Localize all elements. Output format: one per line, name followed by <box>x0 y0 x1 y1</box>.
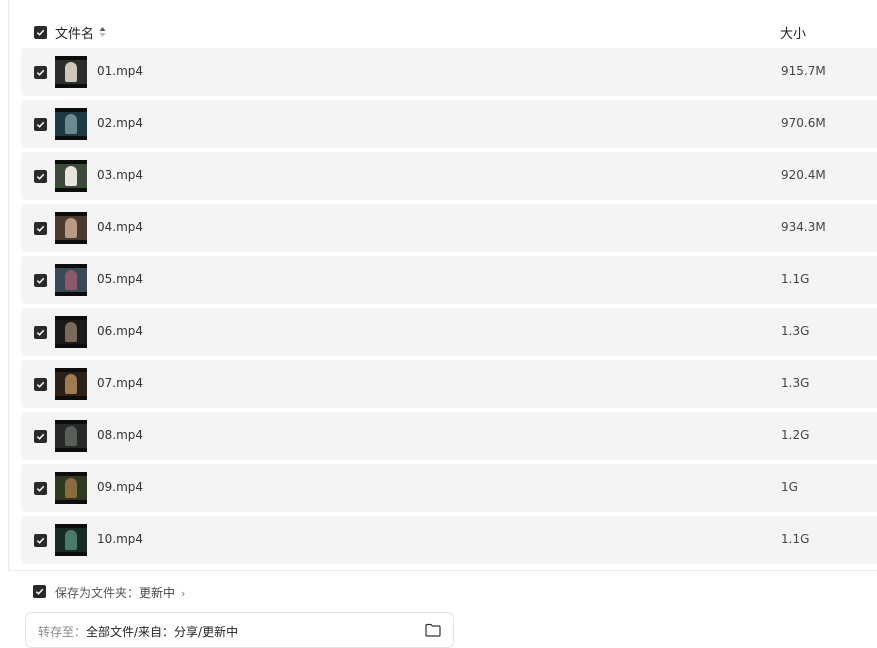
check-icon <box>36 433 45 440</box>
file-row[interactable]: 02.mp4 970.6M <box>21 100 877 148</box>
video-thumbnail <box>55 160 87 192</box>
column-header-name[interactable]: 文件名 <box>55 23 94 42</box>
file-list-header: 文件名 大小 <box>21 14 877 50</box>
file-checkbox[interactable] <box>34 222 47 235</box>
transfer-destination-field[interactable]: 转存至：全部文件/来自：分享/更新中 <box>25 612 454 648</box>
video-thumbnail <box>55 316 87 348</box>
file-name[interactable]: 04.mp4 <box>97 220 143 234</box>
column-header-size: 大小 <box>780 27 807 42</box>
file-row[interactable]: 01.mp4 915.7M <box>21 48 877 96</box>
video-thumbnail <box>55 472 87 504</box>
file-row[interactable]: 09.mp4 1G <box>21 464 877 512</box>
check-icon <box>35 588 44 595</box>
file-row[interactable]: 08.mp4 1.2G <box>21 412 877 460</box>
file-checkbox[interactable] <box>34 482 47 495</box>
save-as-folder-checkbox[interactable] <box>33 585 46 598</box>
check-icon <box>36 537 45 544</box>
file-row[interactable]: 10.mp4 1.1G <box>21 516 877 564</box>
transfer-destination-text: 转存至：全部文件/来自：分享/更新中 <box>38 623 238 640</box>
check-icon <box>36 121 45 128</box>
file-name[interactable]: 10.mp4 <box>97 532 143 546</box>
file-size: 934.3M <box>781 220 826 234</box>
chevron-right-icon[interactable]: › <box>181 587 185 600</box>
footer-divider <box>8 570 877 571</box>
check-icon <box>36 277 45 284</box>
video-thumbnail <box>55 108 87 140</box>
check-icon <box>36 485 45 492</box>
file-size: 1G <box>781 480 798 494</box>
file-name[interactable]: 02.mp4 <box>97 116 143 130</box>
video-thumbnail <box>55 56 87 88</box>
file-size: 1.2G <box>781 428 810 442</box>
file-name[interactable]: 03.mp4 <box>97 168 143 182</box>
check-icon <box>36 225 45 232</box>
video-thumbnail <box>55 212 87 244</box>
check-icon <box>36 69 45 76</box>
file-size: 1.3G <box>781 324 810 338</box>
file-size: 1.1G <box>781 532 810 546</box>
file-checkbox[interactable] <box>34 170 47 183</box>
file-row[interactable]: 06.mp4 1.3G <box>21 308 877 356</box>
check-icon <box>36 29 45 36</box>
file-checkbox[interactable] <box>34 274 47 287</box>
left-divider <box>8 0 9 570</box>
file-checkbox[interactable] <box>34 118 47 131</box>
file-name[interactable]: 09.mp4 <box>97 480 143 494</box>
save-as-folder-value[interactable]: 更新中 <box>139 586 175 600</box>
file-name[interactable]: 07.mp4 <box>97 376 143 390</box>
file-name[interactable]: 06.mp4 <box>97 324 143 338</box>
file-checkbox[interactable] <box>34 430 47 443</box>
check-icon <box>36 173 45 180</box>
file-checkbox[interactable] <box>34 326 47 339</box>
file-row[interactable]: 04.mp4 934.3M <box>21 204 877 252</box>
file-size: 1.3G <box>781 376 810 390</box>
file-size: 915.7M <box>781 64 826 78</box>
file-size: 1.1G <box>781 272 810 286</box>
transfer-label: 转存至： <box>38 625 87 639</box>
file-checkbox[interactable] <box>34 378 47 391</box>
save-as-folder-label: 保存为文件夹：更新中 › <box>55 584 185 601</box>
file-name[interactable]: 08.mp4 <box>97 428 143 442</box>
file-checkbox[interactable] <box>34 66 47 79</box>
video-thumbnail <box>55 420 87 452</box>
save-as-folder-text: 保存为文件夹： <box>55 586 140 600</box>
video-thumbnail <box>55 524 87 556</box>
select-all-checkbox[interactable] <box>34 26 47 39</box>
file-row[interactable]: 05.mp4 1.1G <box>21 256 877 304</box>
file-name[interactable]: 05.mp4 <box>97 272 143 286</box>
check-icon <box>36 381 45 388</box>
file-checkbox[interactable] <box>34 534 47 547</box>
transfer-path: 全部文件/来自：分享/更新中 <box>86 625 239 639</box>
sort-icon[interactable] <box>99 26 106 38</box>
check-icon <box>36 329 45 336</box>
video-thumbnail <box>55 368 87 400</box>
file-size: 920.4M <box>781 168 826 182</box>
video-thumbnail <box>55 264 87 296</box>
file-row[interactable]: 03.mp4 920.4M <box>21 152 877 200</box>
file-name[interactable]: 01.mp4 <box>97 64 143 78</box>
file-size: 970.6M <box>781 116 826 130</box>
file-row[interactable]: 07.mp4 1.3G <box>21 360 877 408</box>
